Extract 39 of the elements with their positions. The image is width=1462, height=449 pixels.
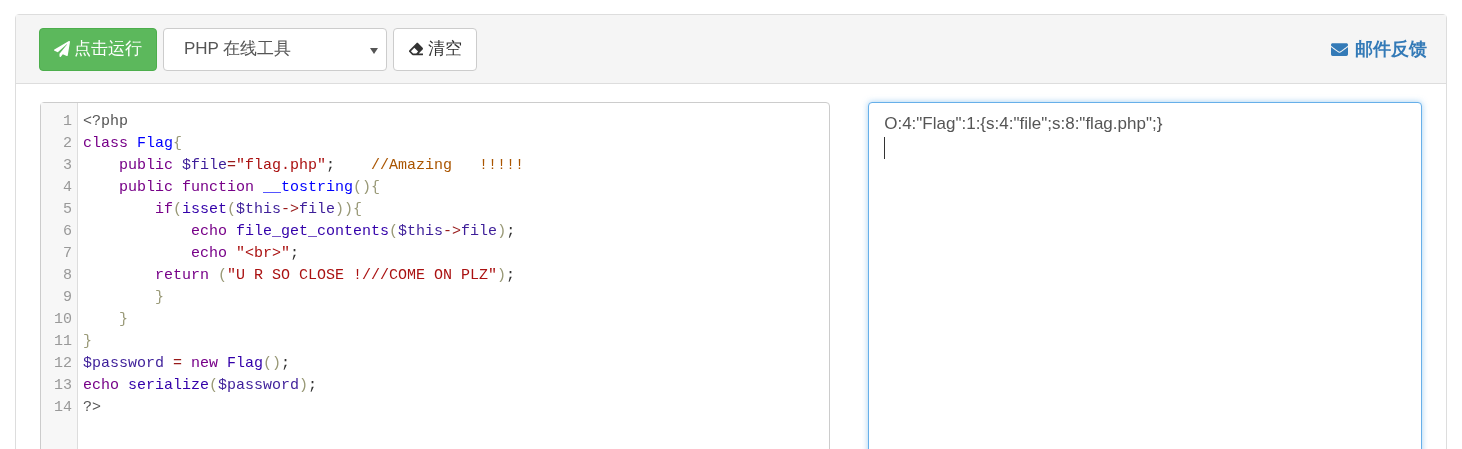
line-number: 4 xyxy=(62,178,72,198)
code-line: $password = new Flag(); xyxy=(83,354,291,374)
line-number: 11 xyxy=(53,332,72,352)
code-line: public $file="flag.php"; //Amazing !!!!! xyxy=(118,156,525,176)
output-text: O:4:"Flag":1:{s:4:"file";s:8:"flag.php";} xyxy=(884,113,1163,135)
line-number: 14 xyxy=(53,398,72,418)
envelope-icon xyxy=(1330,40,1349,58)
code-line: echo file_get_contents($this->file); xyxy=(190,222,516,242)
code-line: } xyxy=(154,288,164,308)
line-number: 2 xyxy=(62,134,72,154)
clear-button[interactable]: 清空 xyxy=(393,27,477,71)
code-line: class Flag{ xyxy=(83,134,183,154)
code-line: if(isset($this->file)){ xyxy=(154,200,363,220)
line-number: 12 xyxy=(53,354,72,374)
language-select[interactable]: PHP 在线工具 xyxy=(163,27,387,71)
line-number: 8 xyxy=(62,266,72,286)
code-line: echo serialize($password); xyxy=(83,376,318,396)
code-line: echo "<br>"; xyxy=(190,244,300,264)
line-number: 6 xyxy=(62,222,72,242)
code-line: return ("U R SO CLOSE !///COME ON PLZ"); xyxy=(154,266,516,286)
eraser-icon xyxy=(408,42,424,56)
code-line: } xyxy=(118,310,128,330)
line-number: 3 xyxy=(62,156,72,176)
dropdown-caret-icon xyxy=(370,47,378,54)
code-line: } xyxy=(83,332,92,352)
output-area[interactable]: O:4:"Flag":1:{s:4:"file";s:8:"flag.php";} xyxy=(868,102,1422,449)
code-line: ?> xyxy=(83,398,101,418)
code-line: public function __tostring(){ xyxy=(118,178,381,198)
code-line: <?php xyxy=(83,112,128,132)
text-cursor xyxy=(884,137,886,159)
line-number: 10 xyxy=(53,310,72,330)
feedback-link[interactable]: 邮件反馈 xyxy=(1330,35,1427,63)
line-number: 13 xyxy=(53,376,72,396)
code-editor[interactable] xyxy=(40,102,831,449)
line-number: 9 xyxy=(62,288,72,308)
line-number: 7 xyxy=(62,244,72,264)
paper-plane-icon xyxy=(54,41,70,57)
line-number: 5 xyxy=(62,200,72,220)
line-number: 1 xyxy=(62,112,72,132)
